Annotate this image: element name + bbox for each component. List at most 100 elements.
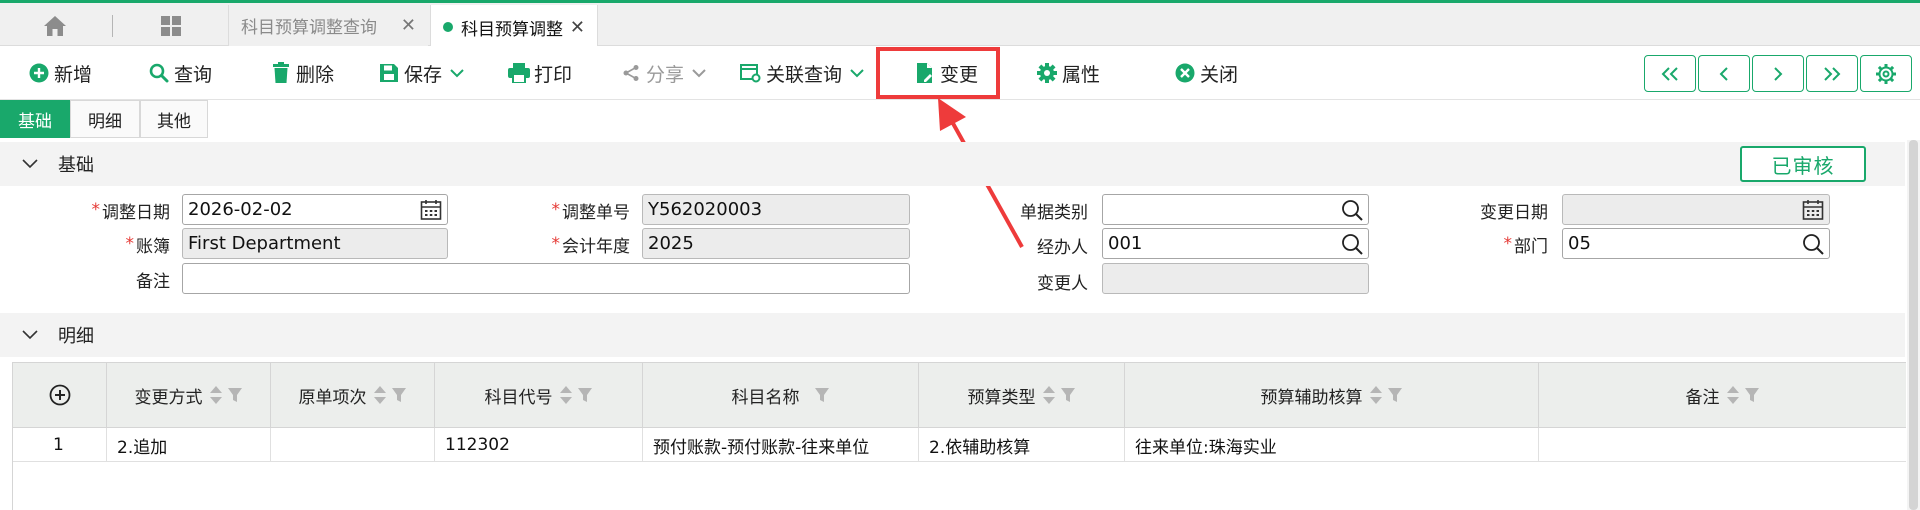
label-text: 经办人: [1037, 237, 1088, 258]
column-header[interactable]: 科目代号: [435, 363, 643, 427]
changer-label: 变更人: [980, 266, 1088, 296]
cell-budget-auxiliary[interactable]: 往来单位:珠海实业: [1125, 428, 1539, 462]
sort-icon[interactable]: [209, 385, 223, 405]
section-title: 基础: [58, 155, 94, 176]
table-row[interactable]: 1 2.追加 112302 预付账款-预付账款-往来单位 2.依辅助核算 往来单…: [13, 428, 1906, 462]
sort-icon[interactable]: [1042, 385, 1056, 405]
column-header[interactable]: 原单项次: [271, 363, 435, 427]
changer-field: [1102, 263, 1369, 294]
remark-label: 备注: [40, 264, 170, 294]
tab-detail[interactable]: 明细: [70, 100, 140, 138]
filter-icon[interactable]: [577, 387, 593, 403]
label-text: 调整日期: [102, 202, 170, 223]
first-record-button[interactable]: [1644, 55, 1696, 92]
settings-button[interactable]: [1860, 55, 1912, 92]
column-header[interactable]: 预算类型: [919, 363, 1125, 427]
next-record-button[interactable]: [1752, 55, 1804, 92]
column-header[interactable]: 备注: [1539, 363, 1906, 427]
section-detail-header[interactable]: 明细: [0, 313, 1905, 357]
ledger-field: First Department: [182, 228, 448, 259]
cell-account-name[interactable]: 预付账款-预付账款-往来单位: [643, 428, 919, 462]
search-icon[interactable]: [1341, 199, 1363, 221]
prev-record-button[interactable]: [1698, 55, 1750, 92]
adjust-date-label: * 调整日期: [40, 195, 171, 225]
section-title: 明细: [58, 326, 94, 347]
label-text: 备注: [136, 271, 170, 292]
adjust-no-label: * 调整单号: [520, 195, 631, 225]
handler-field[interactable]: 001: [1102, 228, 1369, 259]
column-header[interactable]: 科目名称: [643, 363, 919, 427]
column-label: 变更方式: [134, 387, 203, 408]
required-mark: *: [1503, 234, 1513, 254]
chevron-down-icon[interactable]: [22, 159, 42, 169]
tab-other[interactable]: 其他: [140, 100, 208, 138]
doc-type-label: 单据类别: [980, 195, 1088, 225]
filter-icon[interactable]: [1060, 387, 1076, 403]
add-row-button[interactable]: [13, 363, 107, 427]
dept-label: * 部门: [1440, 229, 1549, 259]
column-label: 备注: [1685, 387, 1720, 408]
handler-label: 经办人: [980, 230, 1088, 260]
sort-icon[interactable]: [1369, 385, 1383, 405]
change-date-field: [1562, 194, 1830, 225]
column-label: 科目名称: [731, 387, 800, 408]
cell-original-line[interactable]: [271, 428, 435, 462]
scrollbar-thumb[interactable]: [1909, 140, 1918, 510]
remark-field[interactable]: [182, 263, 910, 294]
sort-icon[interactable]: [373, 385, 387, 405]
label-text: 调整单号: [562, 202, 630, 223]
field-value: 2026-02-02: [188, 199, 293, 220]
status-badge: 已审核: [1740, 146, 1866, 182]
field-value: 05: [1568, 233, 1591, 254]
adjust-date-field[interactable]: 2026-02-02: [182, 194, 448, 225]
field-value: Y562020003: [648, 199, 763, 220]
filter-icon[interactable]: [391, 387, 407, 403]
column-header[interactable]: 变更方式: [107, 363, 271, 427]
column-header[interactable]: 预算辅助核算: [1125, 363, 1539, 427]
form-tabs: 基础 明细 其他: [0, 100, 208, 138]
field-value: First Department: [188, 233, 341, 254]
required-mark: *: [91, 200, 101, 220]
cell-budget-type[interactable]: 2.依辅助核算: [919, 428, 1125, 462]
adjust-no-field: Y562020003: [642, 194, 910, 225]
sort-icon[interactable]: [559, 385, 573, 405]
cell-change-method[interactable]: 2.追加: [107, 428, 271, 462]
label-text: 账簿: [136, 236, 170, 257]
column-label: 预算类型: [967, 387, 1036, 408]
gear-icon: [1876, 63, 1896, 84]
filter-icon[interactable]: [814, 387, 830, 403]
required-mark: *: [551, 234, 561, 254]
required-mark: *: [551, 200, 561, 220]
plus-circle-icon: [49, 384, 70, 406]
search-icon[interactable]: [1802, 233, 1824, 255]
required-mark: *: [125, 234, 135, 254]
search-icon[interactable]: [1341, 233, 1363, 255]
column-label: 原单项次: [298, 387, 367, 408]
section-basic-header[interactable]: 基础: [0, 142, 1905, 186]
column-label: 科目代号: [484, 387, 553, 408]
change-date-label: 变更日期: [1440, 195, 1548, 225]
column-label: 预算辅助核算: [1260, 387, 1363, 408]
field-value: 2025: [648, 233, 694, 254]
filter-icon[interactable]: [227, 387, 243, 403]
label-text: 单据类别: [1020, 202, 1088, 223]
sort-icon[interactable]: [1726, 385, 1740, 405]
remark-input[interactable]: [188, 268, 904, 289]
chevron-down-icon[interactable]: [22, 330, 42, 340]
calendar-icon: [1802, 199, 1824, 221]
table-header: 变更方式 原单项次 科目代号 科目名称 预算类型 预算辅助核算 备注: [13, 362, 1906, 428]
dept-field[interactable]: 05: [1562, 228, 1830, 259]
doc-type-field[interactable]: [1102, 194, 1369, 225]
detail-table: 变更方式 原单项次 科目代号 科目名称 预算类型 预算辅助核算 备注 1 2.追…: [12, 362, 1906, 510]
row-number: 1: [13, 428, 107, 462]
tab-basic[interactable]: 基础: [0, 100, 70, 138]
filter-icon[interactable]: [1387, 387, 1403, 403]
cell-account-code[interactable]: 112302: [435, 428, 643, 462]
label-text: 变更人: [1037, 273, 1088, 294]
cell-remark[interactable]: [1539, 428, 1906, 462]
last-record-button[interactable]: [1806, 55, 1858, 92]
filter-icon[interactable]: [1744, 387, 1760, 403]
calendar-icon[interactable]: [420, 199, 442, 221]
label-text: 部门: [1514, 236, 1548, 257]
ledger-label: * 账簿: [40, 229, 171, 259]
